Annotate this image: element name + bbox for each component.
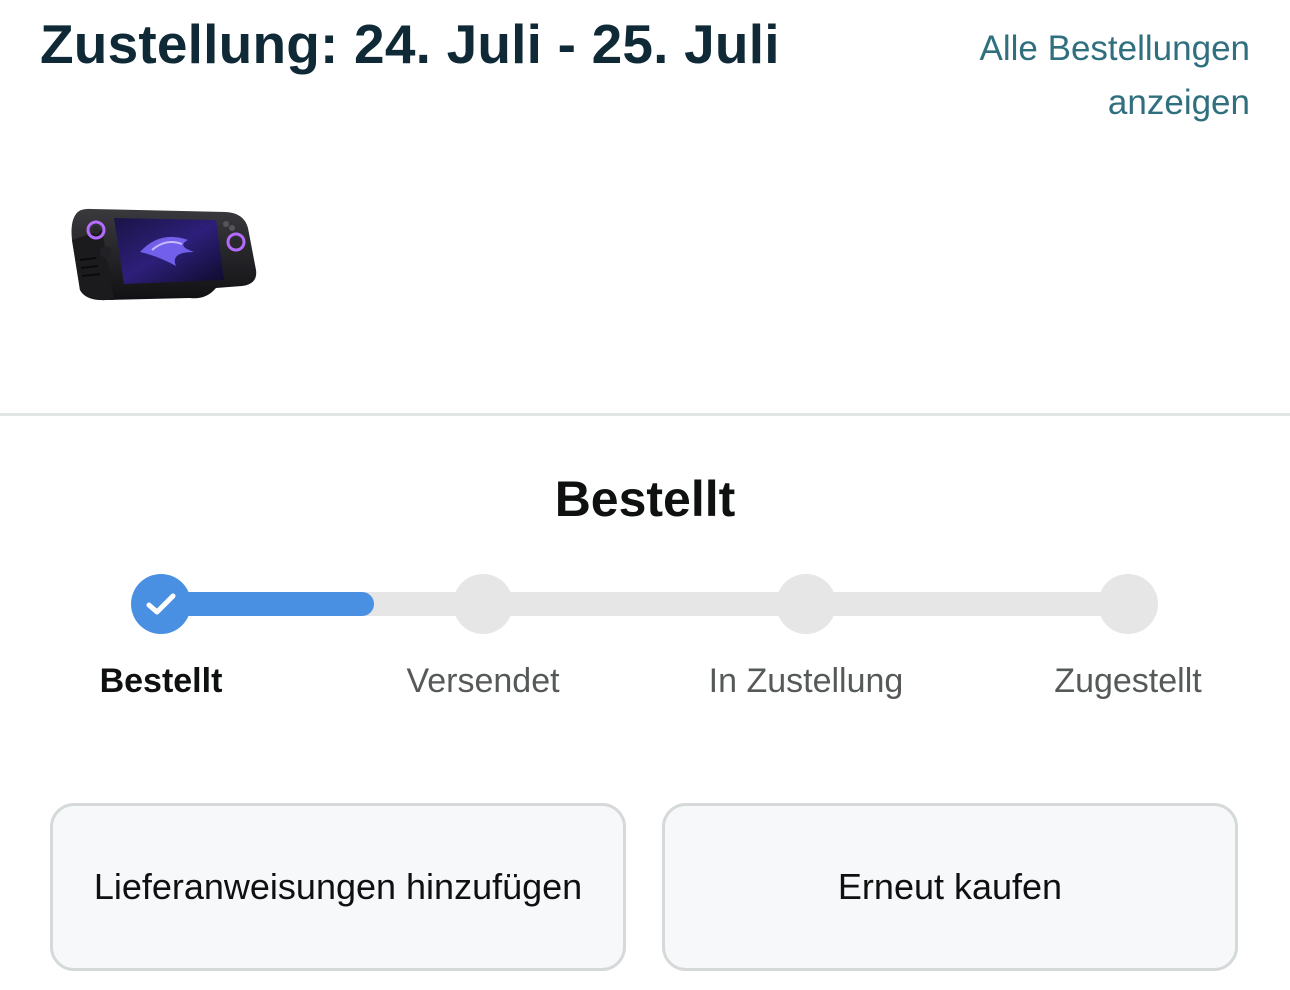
product-image[interactable] <box>66 200 262 310</box>
order-status-title: Bestellt <box>554 471 736 527</box>
checkmark-icon <box>146 593 176 615</box>
step-dot-versendet <box>453 574 513 634</box>
delivery-date-title: Zustellung: 24. Juli - 25. Juli <box>40 13 780 75</box>
handheld-console-image <box>71 208 257 301</box>
all-orders-link[interactable]: Alle Bestellungen anzeigen <box>920 22 1250 130</box>
progress-track <box>161 592 1129 616</box>
buy-again-button[interactable]: Erneut kaufen <box>662 803 1238 971</box>
step-label-versendet: Versendet <box>406 662 560 700</box>
section-divider <box>0 413 1290 416</box>
progress-track-fill <box>161 592 374 616</box>
step-label-zugestellt: Zugestellt <box>1054 662 1202 700</box>
step-dot-zugestellt <box>1098 574 1158 634</box>
add-delivery-instructions-button[interactable]: Lieferanweisungen hinzufügen <box>50 803 626 971</box>
add-delivery-instructions-label: Lieferanweisungen hinzufügen <box>93 866 583 907</box>
step-dot-in-zustellung <box>776 574 836 634</box>
order-details-page: Zustellung: 24. Juli - 25. Juli Alle Bes… <box>0 0 1290 990</box>
step-label-in-zustellung: In Zustellung <box>708 662 904 700</box>
step-dot-bestellt <box>131 574 191 634</box>
step-label-bestellt: Bestellt <box>99 662 223 700</box>
buy-again-label: Erneut kaufen <box>837 866 1063 907</box>
